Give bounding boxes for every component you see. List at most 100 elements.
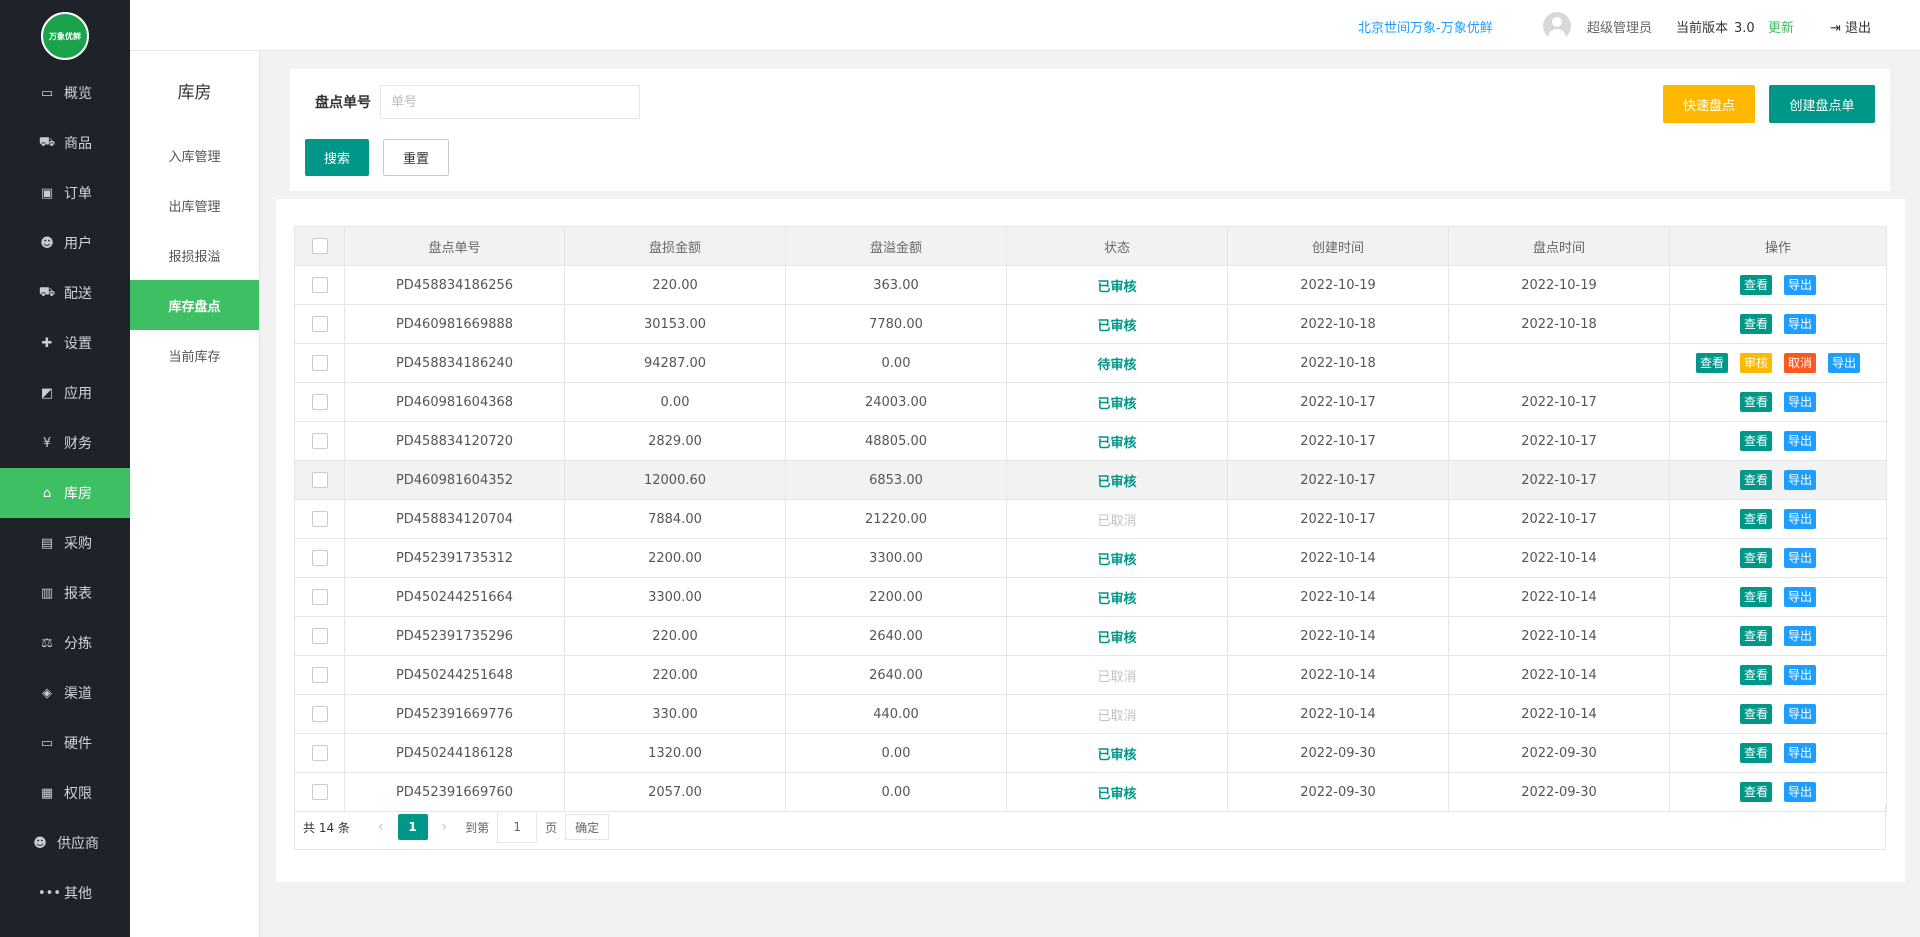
export-button[interactable]: 导出 xyxy=(1784,665,1817,685)
view-button[interactable]: 查看 xyxy=(1739,470,1772,490)
current-page[interactable]: 1 xyxy=(397,814,428,840)
table-row[interactable]: PD458834186256 220.00 363.00 已审核 2022-10-19 2… xyxy=(294,265,1887,305)
view-button[interactable]: 查看 xyxy=(1739,275,1772,295)
sidebar-item[interactable]: ▭ 硬件 xyxy=(0,718,130,768)
export-button[interactable]: 导出 xyxy=(1828,353,1861,373)
goto-confirm-button[interactable]: 确定 xyxy=(565,814,610,840)
view-button[interactable]: 查看 xyxy=(1739,392,1772,412)
view-button[interactable]: 查看 xyxy=(1739,548,1772,568)
subnav-item[interactable]: 报损报溢 xyxy=(130,230,259,280)
row-checkbox[interactable] xyxy=(311,277,328,293)
table-row[interactable]: PD450244186128 1320.00 0.00 已审核 2022-09-30 20… xyxy=(294,733,1887,773)
sidebar-item[interactable]: ▥ 报表 xyxy=(0,568,130,618)
avatar[interactable] xyxy=(1543,12,1571,40)
row-checkbox[interactable] xyxy=(311,355,328,371)
table-row[interactable]: PD458834120704 7884.00 21220.00 已取消 2022-10-… xyxy=(294,499,1887,539)
row-checkbox[interactable] xyxy=(311,667,328,683)
column-header[interactable]: 盘点时间 xyxy=(1448,226,1670,266)
reset-button[interactable]: 重置 xyxy=(383,139,449,176)
view-button[interactable]: 查看 xyxy=(1739,782,1772,802)
view-button[interactable]: 查看 xyxy=(1739,665,1772,685)
sidebar-item[interactable]: ▭ 概览 xyxy=(0,68,130,118)
user-name[interactable]: 超级管理员 xyxy=(1587,17,1652,36)
subnav-item[interactable]: 库存盘点 xyxy=(130,280,259,330)
export-button[interactable]: 导出 xyxy=(1784,704,1817,724)
cancel-button[interactable]: 取消 xyxy=(1784,353,1817,373)
sidebar-item[interactable]: ☻ 用户 xyxy=(0,218,130,268)
table-row[interactable]: PD460981669888 30153.00 7780.00 已审核 2022-10-… xyxy=(294,304,1887,344)
column-header[interactable]: 盘损金额 xyxy=(564,226,786,266)
export-button[interactable]: 导出 xyxy=(1784,470,1817,490)
sidebar-item[interactable]: ◈ 渠道 xyxy=(0,668,130,718)
view-button[interactable]: 查看 xyxy=(1739,587,1772,607)
sidebar-item[interactable]: ⛟ 商品 xyxy=(0,118,130,168)
view-button[interactable]: 查看 xyxy=(1739,743,1772,763)
sidebar-item[interactable]: ▦ 权限 xyxy=(0,768,130,818)
column-header[interactable]: 盘点单号 xyxy=(344,226,565,266)
view-button[interactable]: 查看 xyxy=(1739,431,1772,451)
sidebar-item[interactable]: ••• 其他 xyxy=(0,868,130,918)
next-page-icon[interactable]: › xyxy=(442,819,448,835)
row-checkbox[interactable] xyxy=(311,550,328,566)
export-button[interactable]: 导出 xyxy=(1784,392,1817,412)
sidebar-item[interactable]: ▤ 采购 xyxy=(0,518,130,568)
export-button[interactable]: 导出 xyxy=(1784,782,1817,802)
table-row[interactable]: PD452391735296 220.00 2640.00 已审核 2022-10-14… xyxy=(294,616,1887,656)
table-row[interactable]: PD458834120720 2829.00 48805.00 已审核 2022-10-… xyxy=(294,421,1887,461)
view-button[interactable]: 查看 xyxy=(1739,704,1772,724)
row-checkbox[interactable] xyxy=(311,589,328,605)
table-row[interactable]: PD452391669776 330.00 440.00 已取消 2022-10-14 2… xyxy=(294,694,1887,734)
company-link[interactable]: 北京世间万象-万象优鲜 xyxy=(1358,17,1493,36)
audit-button[interactable]: 审核 xyxy=(1739,353,1772,373)
table-row[interactable]: PD450244251648 220.00 2640.00 已取消 2022-10-14… xyxy=(294,655,1887,695)
view-button[interactable]: 查看 xyxy=(1739,314,1772,334)
sidebar-item[interactable]: ◩ 应用 xyxy=(0,368,130,418)
subnav-item[interactable]: 出库管理 xyxy=(130,180,259,230)
sidebar-item[interactable]: ⛟ 配送 xyxy=(0,268,130,318)
view-button[interactable]: 查看 xyxy=(1739,509,1772,529)
export-button[interactable]: 导出 xyxy=(1784,587,1817,607)
table-row[interactable]: PD460981604368 0.00 24003.00 已审核 2022-10-17 2… xyxy=(294,382,1887,422)
sidebar-item[interactable]: ¥ 财务 xyxy=(0,418,130,468)
prev-page-icon[interactable]: ‹ xyxy=(378,819,384,835)
quick-inventory-button[interactable]: 快速盘点 xyxy=(1663,85,1755,123)
subnav-item[interactable]: 当前库存 xyxy=(130,330,259,380)
row-checkbox[interactable] xyxy=(311,511,328,527)
table-row[interactable]: PD460981604352 12000.60 6853.00 已审核 2022-10-… xyxy=(294,460,1887,500)
column-header[interactable]: 状态 xyxy=(1006,226,1228,266)
page-number-input[interactable] xyxy=(497,811,538,843)
row-checkbox[interactable] xyxy=(311,706,328,722)
export-button[interactable]: 导出 xyxy=(1784,275,1817,295)
row-checkbox[interactable] xyxy=(311,316,328,332)
column-header[interactable]: 盘溢金额 xyxy=(785,226,1007,266)
table-row[interactable]: PD452391735312 2200.00 3300.00 已审核 2022-10-1… xyxy=(294,538,1887,578)
column-header[interactable]: 创建时间 xyxy=(1227,226,1449,266)
view-button[interactable]: 查看 xyxy=(1695,353,1728,373)
sidebar-item[interactable]: ⚖ 分拣 xyxy=(0,618,130,668)
table-row[interactable]: PD458834186240 94287.00 0.00 待审核 2022-10-18 查… xyxy=(294,343,1887,383)
create-inventory-button[interactable]: 创建盘点单 xyxy=(1769,85,1875,123)
export-button[interactable]: 导出 xyxy=(1784,626,1817,646)
export-button[interactable]: 导出 xyxy=(1784,548,1817,568)
search-button[interactable]: 搜索 xyxy=(305,139,369,176)
sidebar-item[interactable]: ▣ 订单 xyxy=(0,168,130,218)
sidebar-item[interactable]: ✚ 设置 xyxy=(0,318,130,368)
export-button[interactable]: 导出 xyxy=(1784,314,1817,334)
view-button[interactable]: 查看 xyxy=(1739,626,1772,646)
row-checkbox[interactable] xyxy=(311,745,328,761)
export-button[interactable]: 导出 xyxy=(1784,509,1817,529)
sidebar-item[interactable]: ⌂ 库房 xyxy=(0,468,130,518)
brand-logo[interactable]: 万象优鲜 xyxy=(41,12,89,60)
row-checkbox[interactable] xyxy=(311,784,328,800)
table-row[interactable]: PD450244251664 3300.00 2200.00 已审核 2022-10-1… xyxy=(294,577,1887,617)
row-checkbox[interactable] xyxy=(311,394,328,410)
row-checkbox[interactable] xyxy=(311,472,328,488)
row-checkbox[interactable] xyxy=(311,628,328,644)
order-no-input[interactable] xyxy=(380,85,640,119)
export-button[interactable]: 导出 xyxy=(1784,743,1817,763)
sidebar-item[interactable]: ☻ 供应商 xyxy=(0,818,130,868)
row-checkbox[interactable] xyxy=(311,433,328,449)
export-button[interactable]: 导出 xyxy=(1784,431,1817,451)
select-all-checkbox[interactable] xyxy=(311,238,328,254)
subnav-item[interactable]: 入库管理 xyxy=(130,130,259,180)
